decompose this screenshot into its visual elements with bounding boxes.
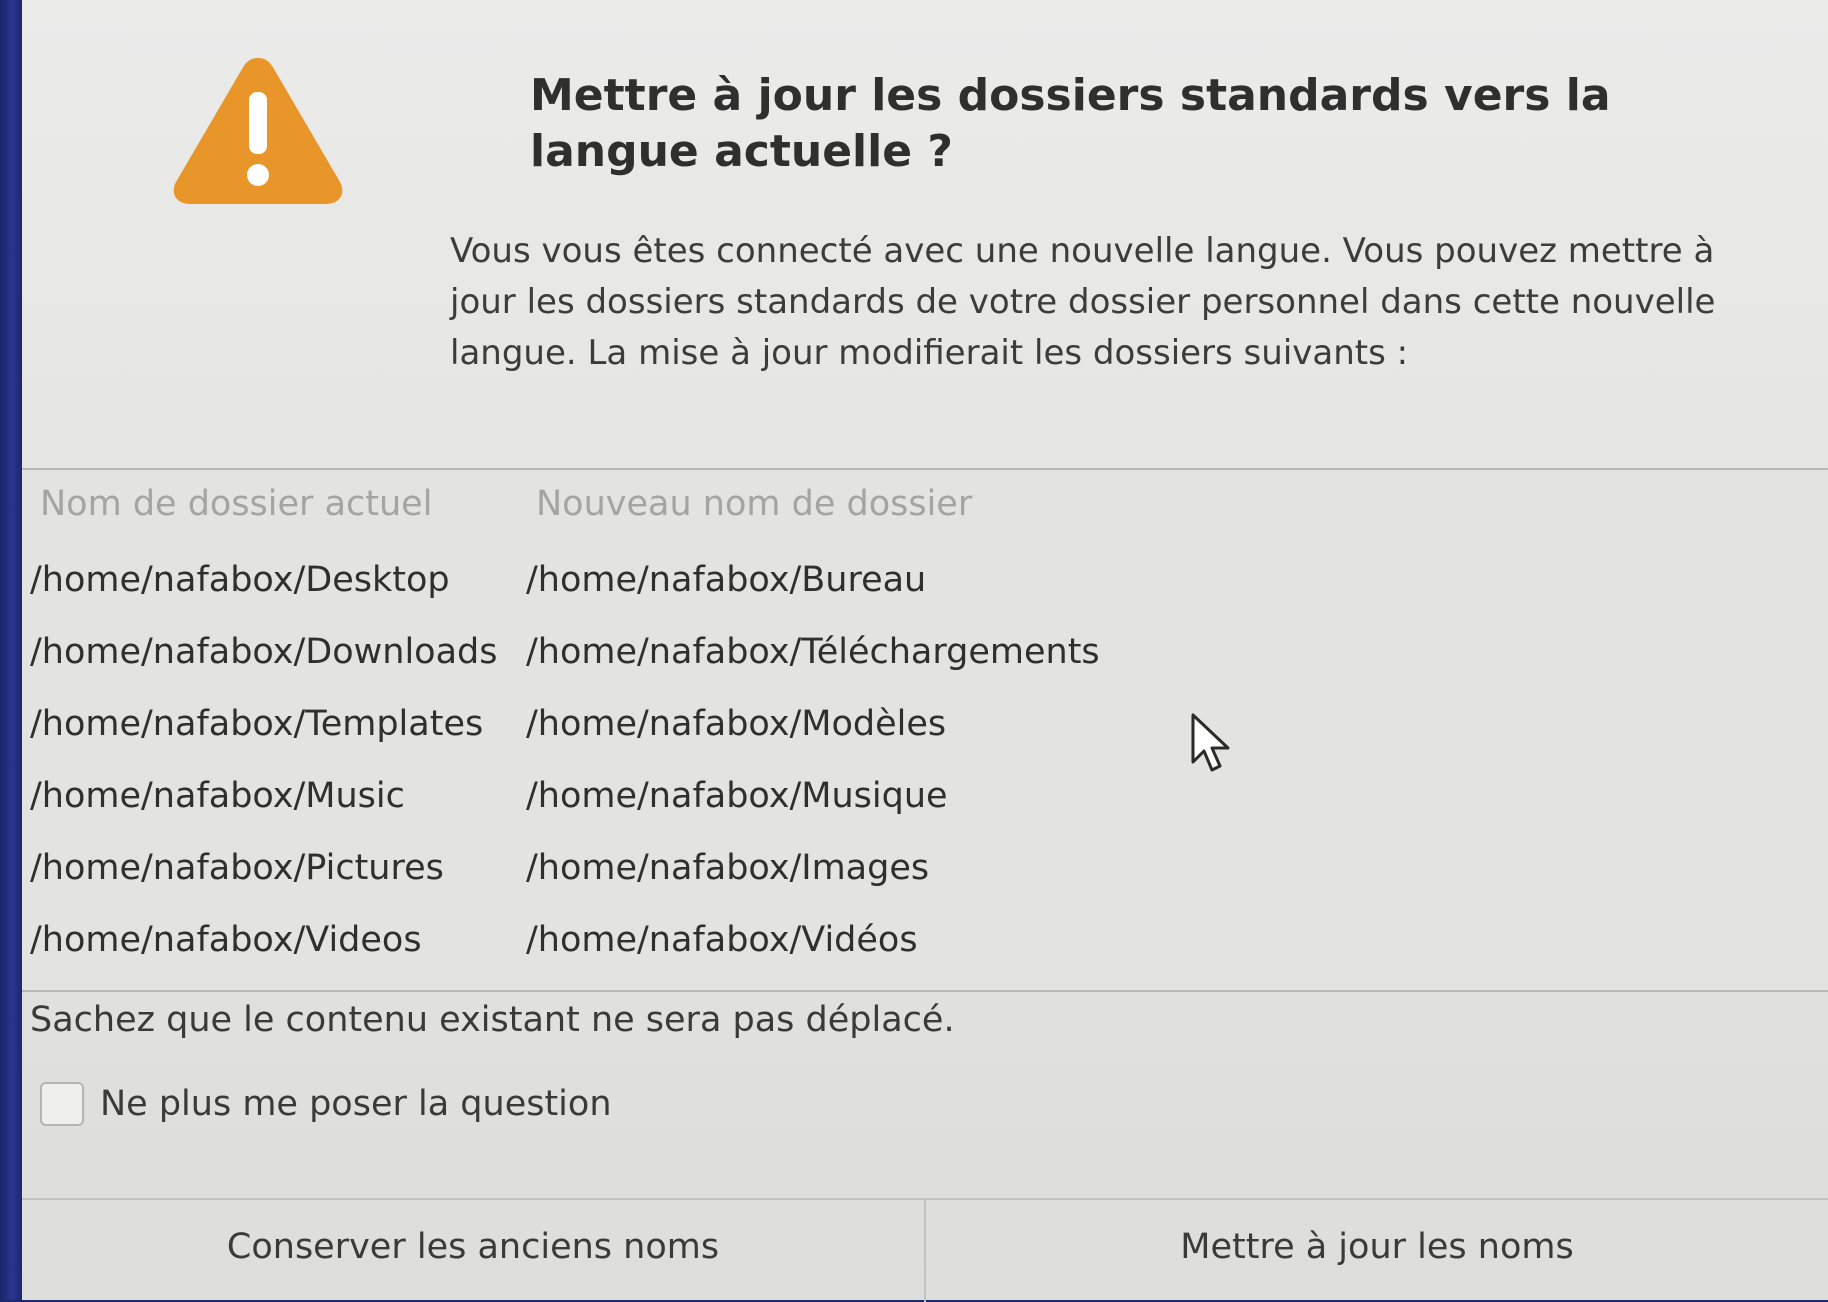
desktop-background: Mettre à jour les dossiers standards ver… [0,0,1828,1302]
dont-ask-again-checkbox[interactable] [40,1082,84,1126]
update-names-button[interactable]: Mettre à jour les noms [924,1200,1828,1302]
new-folder-cell: /home/nafabox/Modèles [526,704,947,744]
table-row[interactable]: /home/nafabox/Music /home/nafabox/Musiqu… [30,760,1810,832]
dont-ask-again-option[interactable]: Ne plus me poser la question [40,1076,612,1132]
current-folder-cell: /home/nafabox/Pictures [30,848,444,888]
header-current-folder[interactable]: Nom de dossier actuel [40,484,540,524]
warning-icon [173,58,343,204]
keep-old-names-button[interactable]: Conserver les anciens noms [22,1200,924,1302]
new-folder-cell: /home/nafabox/Musique [526,776,948,816]
header-new-folder[interactable]: Nouveau nom de dossier [536,484,1136,524]
new-folder-cell: /home/nafabox/Téléchargements [526,632,1100,672]
table-row[interactable]: /home/nafabox/Pictures /home/nafabox/Ima… [30,832,1810,904]
folder-rename-table: Nom de dossier actuel Nouveau nom de dos… [22,468,1828,992]
table-row[interactable]: /home/nafabox/Templates /home/nafabox/Mo… [30,688,1810,760]
dialog-button-bar: Conserver les anciens noms Mettre à jour… [22,1198,1828,1302]
current-folder-cell: /home/nafabox/Desktop [30,560,450,600]
dialog-message: Vous vous êtes connecté avec une nouvell… [450,231,1716,373]
dialog-title: Mettre à jour les dossiers standards ver… [530,70,1611,177]
update-folders-dialog: Mettre à jour les dossiers standards ver… [22,0,1828,1302]
new-folder-cell: /home/nafabox/Images [526,848,930,888]
current-folder-cell: /home/nafabox/Videos [30,920,422,960]
table-row[interactable]: /home/nafabox/Downloads /home/nafabox/Té… [30,616,1810,688]
current-folder-cell: /home/nafabox/Downloads [30,632,498,672]
table-row[interactable]: /home/nafabox/Desktop /home/nafabox/Bure… [30,544,1810,616]
content-not-moved-note: Sachez que le contenu existant ne sera p… [30,1000,955,1040]
new-folder-cell: /home/nafabox/Bureau [526,560,927,600]
current-folder-cell: /home/nafabox/Templates [30,704,484,744]
dont-ask-again-label[interactable]: Ne plus me poser la question [100,1084,612,1124]
table-row[interactable]: /home/nafabox/Videos /home/nafabox/Vidéo… [30,904,1810,976]
mouse-pointer-icon [1191,713,1230,772]
new-folder-cell: /home/nafabox/Vidéos [526,920,918,960]
current-folder-cell: /home/nafabox/Music [30,776,405,816]
